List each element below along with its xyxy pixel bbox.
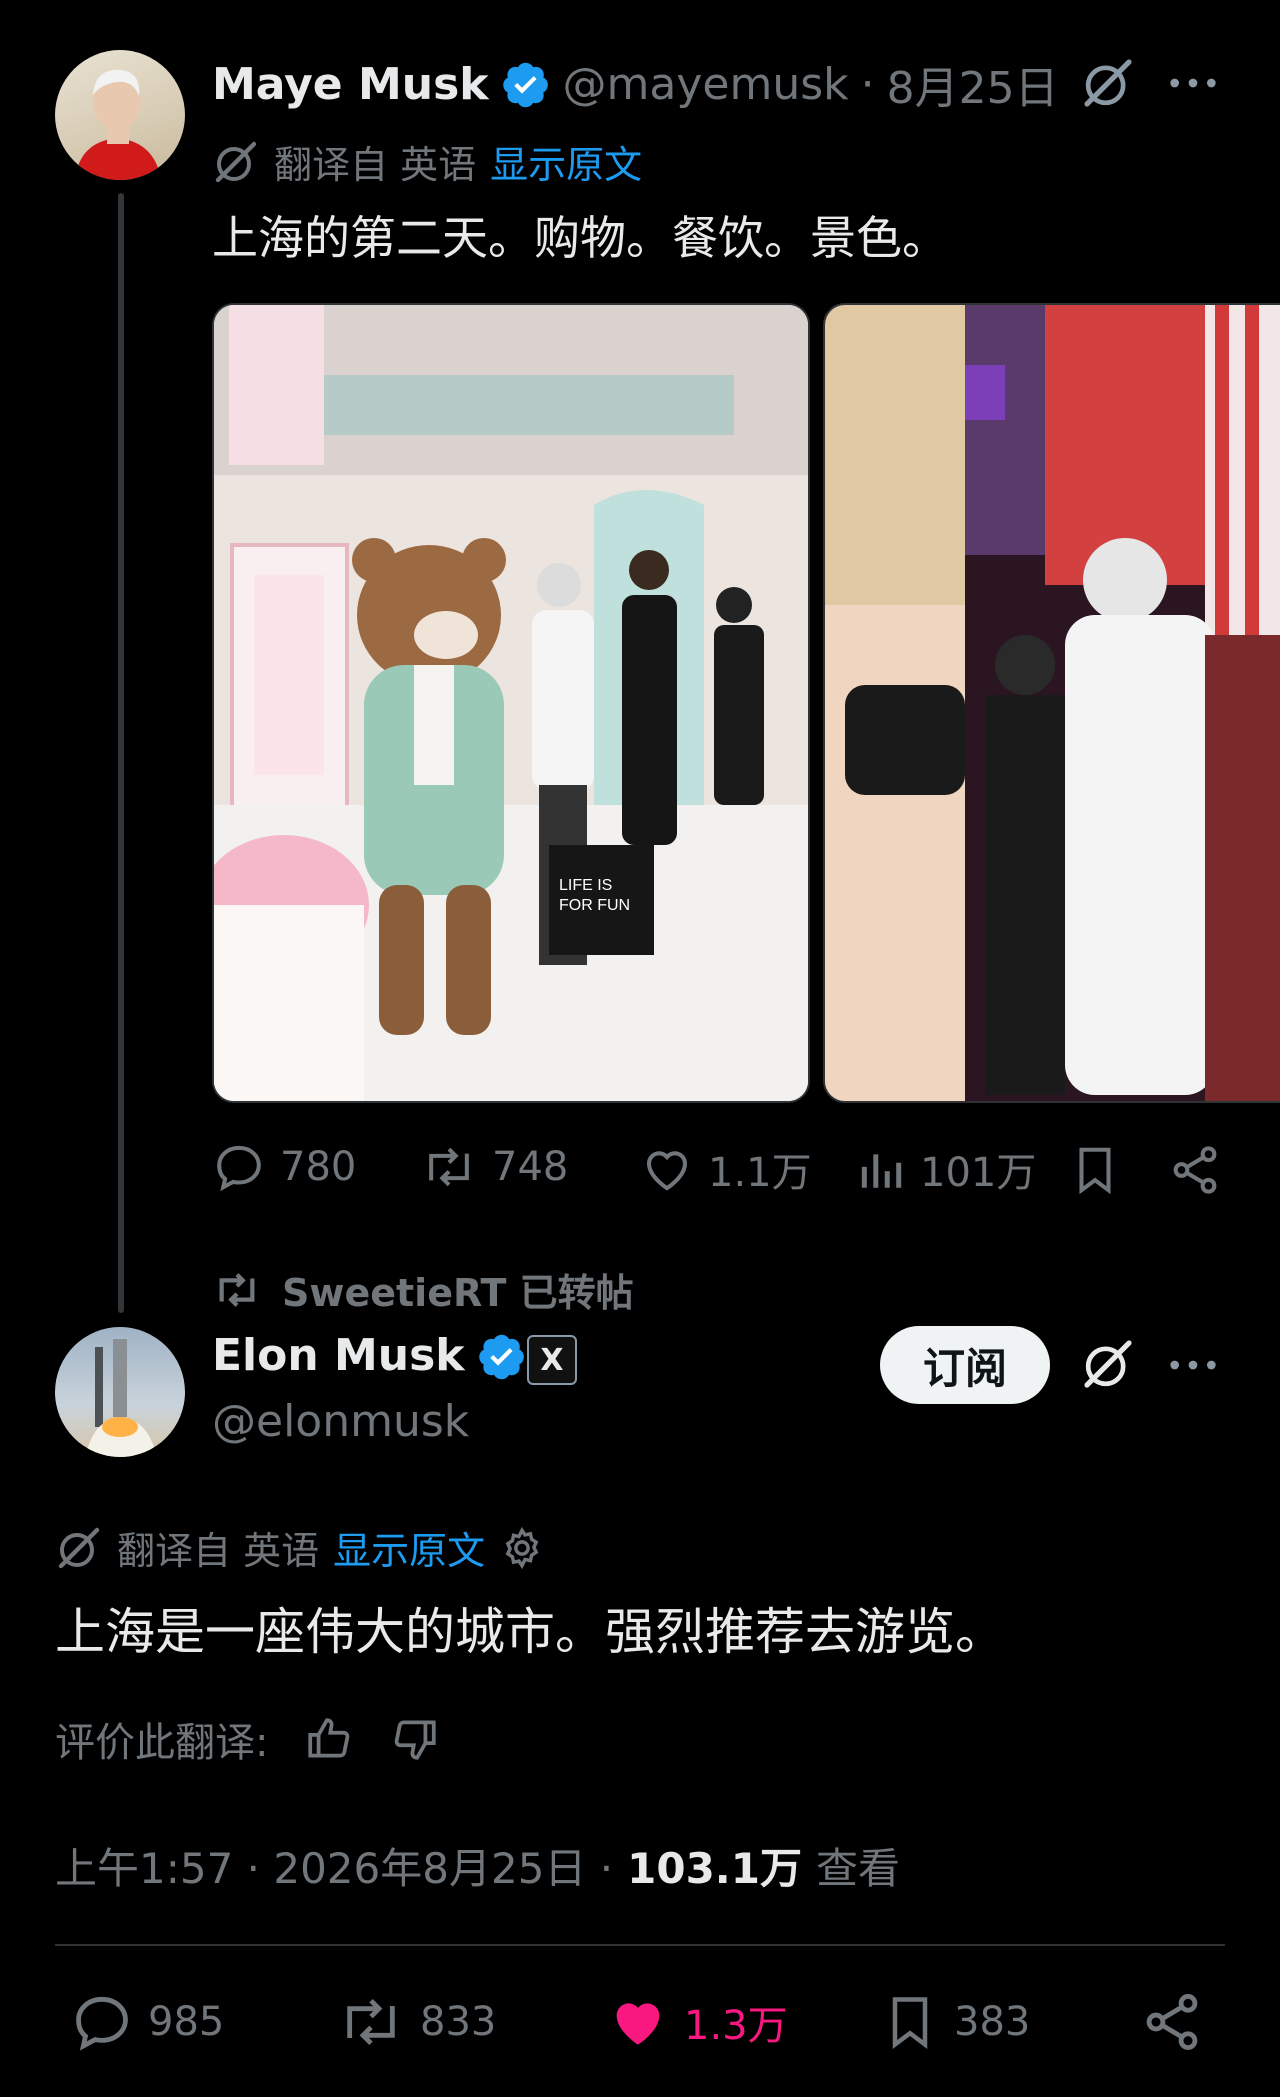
author-name[interactable]: Elon Musk [212, 1330, 465, 1381]
rate-translation-bar: 评价此翻译: [55, 1710, 440, 1768]
divider [55, 1944, 1225, 1946]
retweet-icon [347, 1998, 395, 2046]
show-original-link[interactable]: 显示原文 [333, 1520, 485, 1575]
bag-text: LIFE IS [559, 877, 612, 894]
views-label: 查看 [815, 1844, 900, 1893]
bookmark-button[interactable]: 383 [880, 1990, 1030, 2054]
tweet1-header: Maye Musk @mayemusk · 8月25日 [212, 52, 1059, 116]
tweet-photo-2[interactable] [823, 303, 1280, 1103]
subscribe-label: 订阅 [922, 1343, 1007, 1393]
tweet-date[interactable]: 8月25日 [887, 52, 1059, 116]
bookmark-icon[interactable] [1068, 1143, 1122, 1197]
author-name[interactable]: Maye Musk [212, 59, 489, 110]
like-button[interactable]: 1.3万 [606, 1990, 788, 2054]
show-original-link[interactable]: 显示原文 [490, 134, 642, 189]
subscribe-button[interactable]: 订阅 [880, 1326, 1050, 1404]
author-handle-container: @elonmusk [212, 1396, 469, 1447]
repost-indicator[interactable]: SweetieRT 已转帖 [212, 1262, 634, 1317]
x-affiliate-badge[interactable]: X [527, 1335, 577, 1385]
grok-icon [215, 141, 257, 182]
grok-icon [58, 1527, 100, 1568]
tweet-text: 上海的第二天。购物。餐饮。景色。 [212, 211, 948, 265]
grok-icon[interactable] [1080, 55, 1136, 111]
reply-count: 985 [148, 1999, 225, 2045]
retweet-button[interactable]: 833 [336, 1990, 496, 2054]
retweet-icon [429, 1147, 469, 1187]
bookmark-count: 383 [954, 1999, 1031, 2045]
view-count: 103.1万 [627, 1844, 802, 1893]
settings-icon[interactable] [499, 1525, 545, 1571]
avatar-portrait-image [75, 69, 161, 180]
rate-translation-label: 评价此翻译: [55, 1720, 269, 1766]
translated-from-label: 翻译自 英语 [274, 143, 477, 187]
reply-button[interactable]: 780 [212, 1140, 356, 1194]
translation-bar: 翻译自 英语 显示原文 [55, 1520, 545, 1575]
translation-bar: 翻译自 英语 显示原文 [212, 134, 642, 189]
repost-text: SweetieRT 已转帖 [282, 1271, 634, 1315]
reply-button[interactable]: 985 [70, 1990, 224, 2054]
like-count: 1.1万 [708, 1150, 812, 1196]
photo-teddy-bear-scene: LIFE IS FOR FUN [214, 305, 808, 1101]
views-button[interactable]: 101万 [856, 1140, 1036, 1198]
timestamp[interactable]: 上午1:57 · 2026年8月25日 · [55, 1835, 613, 1896]
like-icon [616, 2003, 660, 2045]
verified-badge-icon [478, 1334, 524, 1379]
thumbs-up-icon[interactable] [304, 1714, 354, 1764]
separator-dot: · [860, 58, 875, 110]
more-icon[interactable] [1168, 1348, 1218, 1382]
retweet-button[interactable]: 748 [420, 1140, 568, 1194]
like-icon [646, 1151, 688, 1191]
verified-badge-icon [502, 62, 548, 108]
svg-text:FOR FUN: FOR FUN [559, 897, 630, 914]
author-handle[interactable]: @elonmusk [212, 1396, 469, 1447]
views-icon [861, 1154, 902, 1188]
maye-musk-avatar[interactable] [55, 50, 185, 180]
translated-from-label: 翻译自 英语 [117, 1529, 320, 1573]
like-button[interactable]: 1.1万 [640, 1140, 812, 1198]
thumbs-down-icon[interactable] [390, 1714, 440, 1764]
tweet-photo-1[interactable]: LIFE IS FOR FUN [212, 303, 810, 1103]
elon-musk-avatar[interactable] [55, 1327, 185, 1457]
reply-icon [76, 1996, 128, 2051]
reply-icon [217, 1145, 261, 1192]
tweet2-header: Elon Musk [212, 1330, 527, 1381]
more-icon[interactable] [1168, 66, 1218, 100]
thread-connector-line [118, 193, 124, 1313]
view-count: 101万 [920, 1150, 1037, 1196]
retweet-icon [219, 1272, 255, 1307]
author-handle[interactable]: @mayemusk [563, 59, 849, 110]
tweet-text: 上海是一座伟大的城市。强烈推荐去游览。 [55, 1603, 1005, 1661]
share-icon[interactable] [1140, 1990, 1204, 2054]
retweet-count: 833 [420, 1999, 497, 2045]
retweet-count: 748 [492, 1144, 569, 1190]
bookmark-icon [892, 1997, 928, 2049]
grok-icon[interactable] [1080, 1336, 1136, 1392]
photo-crowd-scene [825, 305, 1280, 1101]
avatar-rocket-image [85, 1339, 157, 1457]
timestamp-row: 上午1:57 · 2026年8月25日 · 103.1万 查看 [55, 1835, 900, 1896]
reply-count: 780 [280, 1144, 357, 1190]
like-count: 1.3万 [684, 2003, 788, 2049]
share-icon[interactable] [1168, 1143, 1222, 1197]
x-badge-label: X [540, 1342, 564, 1378]
